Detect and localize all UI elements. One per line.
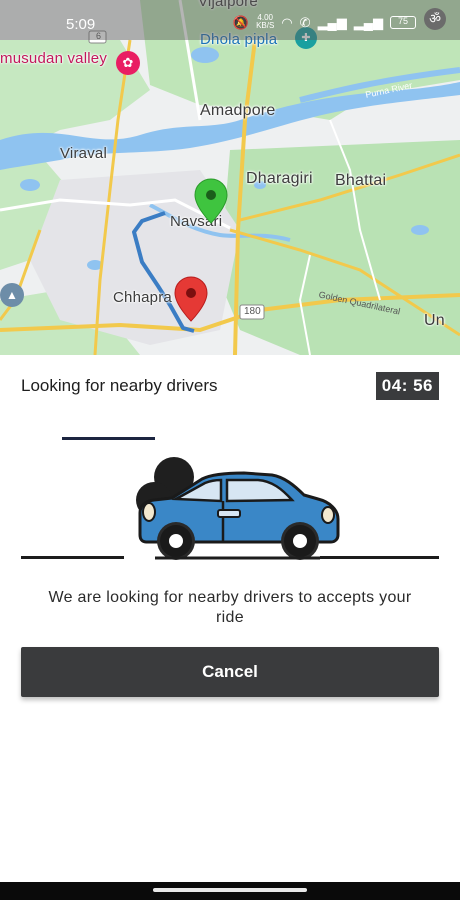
signal-icon: ▂▄▆ — [317, 14, 347, 30]
status-bar: 5:09 🔕 4.00 KB/S ◠ ✆ ▂▄▆ ▂▄▆ 75 ॐ — [0, 0, 460, 40]
wifi-icon: ◠ — [281, 14, 293, 30]
search-progress-bar — [62, 437, 155, 440]
home-indicator[interactable] — [153, 888, 307, 892]
om-icon: ॐ — [424, 8, 446, 30]
system-nav-bar — [0, 882, 460, 900]
status-icons: 🔕 4.00 KB/S ◠ ✆ ▂▄▆ ▂▄▆ 75 — [233, 14, 416, 30]
school-pin-icon[interactable]: ▲ — [0, 283, 24, 307]
network-speed: 4.00 KB/S — [256, 14, 274, 30]
search-message: We are looking for nearby drivers to acc… — [48, 589, 412, 626]
signal-2-icon: ▂▄▆ — [353, 14, 383, 30]
map-label-dharagiri: Dharagiri — [246, 170, 313, 187]
map-label-un: Un — [424, 312, 445, 329]
car-illustration — [132, 455, 344, 565]
map-label-chhapra: Chhapra — [113, 289, 172, 306]
map-label-amadpore: Amadpore — [200, 102, 276, 119]
park-pin-icon[interactable]: ✿ — [116, 51, 140, 75]
countdown-timer: 04: 56 — [375, 372, 439, 400]
map-label-viraval: Viraval — [60, 145, 107, 162]
sheet-title: Looking for nearby drivers — [21, 376, 218, 395]
battery-icon: 75 — [390, 15, 416, 29]
car-icon — [136, 457, 340, 560]
call-icon: ✆ — [299, 14, 311, 30]
ride-search-sheet: Looking for nearby drivers 04: 56 We are… — [0, 355, 460, 882]
pickup-location-pin-icon[interactable] — [194, 178, 228, 224]
map-label-madhusudan-valley: musudan valley — [0, 50, 108, 67]
map-view[interactable]: 6 180 Vijalpore musudan valley ✿ Dhola p… — [0, 0, 460, 355]
status-time: 5:09 — [66, 16, 96, 33]
drop-location-pin-icon[interactable] — [174, 276, 208, 322]
cancel-button[interactable]: Cancel — [21, 647, 439, 697]
network-speed-unit: KB/S — [256, 21, 275, 30]
mute-icon: 🔕 — [232, 14, 250, 30]
highway-180-label: 180 — [244, 306, 261, 317]
map-label-bhattai: Bhattai — [335, 172, 387, 189]
road-line-left — [21, 556, 124, 559]
battery-level: 75 — [397, 15, 408, 26]
